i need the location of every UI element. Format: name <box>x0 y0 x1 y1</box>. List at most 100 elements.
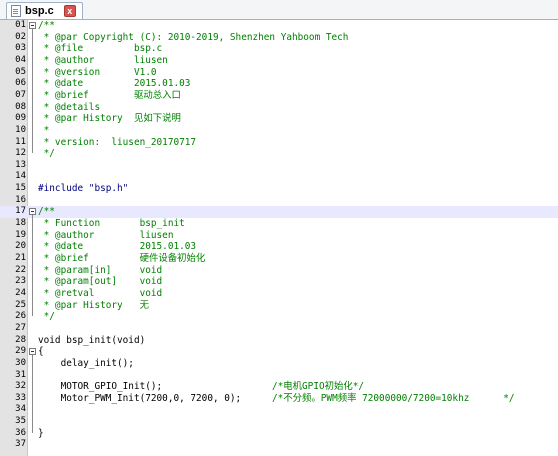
inline-comment: /*不分频。PWM频率 72000000/7200=10khz */ <box>272 392 515 404</box>
line-number: 21 <box>15 253 26 263</box>
code-editor[interactable]: 01/** 02 * @par Copyright (C): 2010-2019,… <box>0 20 558 456</box>
code-line[interactable]: 35 <box>0 416 558 428</box>
code-line[interactable]: 27 <box>0 323 558 335</box>
code-text: #include "bsp.h" <box>38 183 129 195</box>
code-line[interactable]: 15 #include "bsp.h" <box>0 183 558 195</box>
code-text: * @par History 无 <box>38 299 149 311</box>
line-number: 28 <box>15 334 26 345</box>
line-number: 24 <box>15 287 26 298</box>
code-text: * @date 2015.01.03 <box>38 78 191 90</box>
tab-bsp-c[interactable]: bsp.c x <box>6 2 83 19</box>
code-line[interactable]: 20 * @date 2015.01.03 <box>0 241 558 253</box>
line-number: 04 <box>15 54 26 65</box>
line-number: 02 <box>15 31 26 42</box>
code-line[interactable]: 10 * <box>0 125 558 137</box>
code-line[interactable]: 16 <box>0 195 558 207</box>
fold-toggle-icon[interactable] <box>29 22 36 29</box>
code-line[interactable]: 05 * @version V1.0 <box>0 67 558 79</box>
code-line[interactable]: 11 * version: liusen_20170717 <box>0 137 558 149</box>
line-number: 26 <box>15 311 26 322</box>
code-text: * @version V1.0 <box>38 66 157 78</box>
line-number: 20 <box>15 241 26 252</box>
code-line[interactable]: 29 { <box>0 346 558 358</box>
code-text: * @param[out] void <box>38 276 163 288</box>
code-line[interactable]: 22 * @param[in] void <box>0 265 558 277</box>
code-line[interactable]: 28 void bsp_init(void) <box>0 335 558 347</box>
line-number: 27 <box>15 322 26 333</box>
line-number: 17 <box>15 206 26 217</box>
file-icon <box>11 5 21 17</box>
line-number: 34 <box>15 404 26 415</box>
line-number: 18 <box>15 218 26 229</box>
code-text: * @file bsp.c <box>38 43 163 55</box>
fold-toggle-icon[interactable] <box>29 208 36 216</box>
line-number: 35 <box>15 416 26 427</box>
code-text: /** <box>38 20 55 31</box>
code-line[interactable]: 14 <box>0 171 558 183</box>
code-line[interactable]: 33 Motor_PWM_Init(7200,0, 7200, 0); /*不分频… <box>0 393 558 405</box>
line-number: 06 <box>15 78 26 89</box>
code-text: * @par Copyright (C): 2010-2019, Shenzhe… <box>38 31 349 43</box>
code-line[interactable]: 03 * @file bsp.c <box>0 43 558 55</box>
line-number: 09 <box>15 113 26 124</box>
code-text: * @brief 硬件设备初始化 <box>38 253 206 264</box>
line-number: 32 <box>15 381 26 392</box>
code-text: * @retval void <box>38 287 163 299</box>
line-number: 36 <box>15 427 26 438</box>
code-line[interactable]: 18 * Function bsp_init <box>0 218 558 230</box>
fold-toggle-icon[interactable] <box>29 348 36 356</box>
line-number: 12 <box>15 148 26 159</box>
code-line[interactable]: 37 <box>0 439 558 451</box>
fold-guide <box>32 215 33 317</box>
code-line[interactable]: 19 * @author liusen <box>0 230 558 242</box>
line-number: 03 <box>15 43 26 54</box>
code-line[interactable]: 36} <box>0 428 558 440</box>
code-line[interactable]: 01 /** <box>0 20 558 32</box>
line-number: 14 <box>15 171 26 182</box>
code-text: MOTOR_GPIO_Init(); <box>38 381 163 393</box>
code-line[interactable]: 06 * @date 2015.01.03 <box>0 78 558 90</box>
code-line[interactable]: 12 */ <box>0 148 558 160</box>
line-number: 37 <box>15 439 26 450</box>
code-line[interactable]: 34 <box>0 404 558 416</box>
code-line[interactable]: 02 * @par Copyright (C): 2010-2019, Shen… <box>0 32 558 44</box>
fold-guide <box>32 29 33 154</box>
line-number: 16 <box>15 194 26 205</box>
code-text: * @param[in] void <box>38 264 163 276</box>
line-number: 05 <box>15 66 26 77</box>
code-line[interactable]: 13 <box>0 160 558 172</box>
code-text: void bsp_init(void) <box>38 334 146 346</box>
code-text: * @par History 见如下说明 <box>38 113 181 125</box>
code-line[interactable]: 25 * @par History 无 <box>0 300 558 312</box>
code-line[interactable]: 26 */ <box>0 311 558 323</box>
line-number: 10 <box>15 124 26 135</box>
code-text: } <box>38 427 44 439</box>
line-number: 07 <box>15 89 26 100</box>
line-number: 33 <box>15 392 26 403</box>
code-line[interactable]: 30 delay_init(); <box>0 358 558 370</box>
line-number: 01 <box>15 20 26 30</box>
code-text: * @author liusen <box>38 54 168 66</box>
code-line[interactable]: 24 * @retval void <box>0 288 558 300</box>
line-number: 25 <box>15 299 26 310</box>
close-icon[interactable]: x <box>63 5 76 17</box>
code-text: * @brief 驱动总入口 <box>38 89 181 101</box>
code-text: */ <box>38 148 55 160</box>
code-line[interactable]: 04 * @author liusen <box>0 55 558 67</box>
code-line[interactable]: 17 /** <box>0 206 558 219</box>
code-text: * Function bsp_init <box>38 218 185 230</box>
code-line[interactable]: 08 * @details <box>0 102 558 114</box>
code-line[interactable]: 21 * @brief 硬件设备初始化 <box>0 253 558 265</box>
line-number: 23 <box>15 276 26 287</box>
code-line[interactable]: 09 * @par History 见如下说明 <box>0 113 558 125</box>
code-line[interactable]: 07 * @brief 驱动总入口 <box>0 90 558 102</box>
code-line[interactable]: 23 * @param[out] void <box>0 276 558 288</box>
code-line[interactable]: 32 MOTOR_GPIO_Init(); /*电机GPIO初始化*/ <box>0 381 558 393</box>
code-text: * <box>38 124 50 136</box>
line-number: 15 <box>15 183 26 194</box>
code-text: * @date 2015.01.03 <box>38 241 197 253</box>
line-number: 08 <box>15 101 26 112</box>
line-number: 22 <box>15 264 26 275</box>
code-line[interactable]: 31 <box>0 370 558 382</box>
inline-comment: /*电机GPIO初始化*/ <box>272 381 365 393</box>
